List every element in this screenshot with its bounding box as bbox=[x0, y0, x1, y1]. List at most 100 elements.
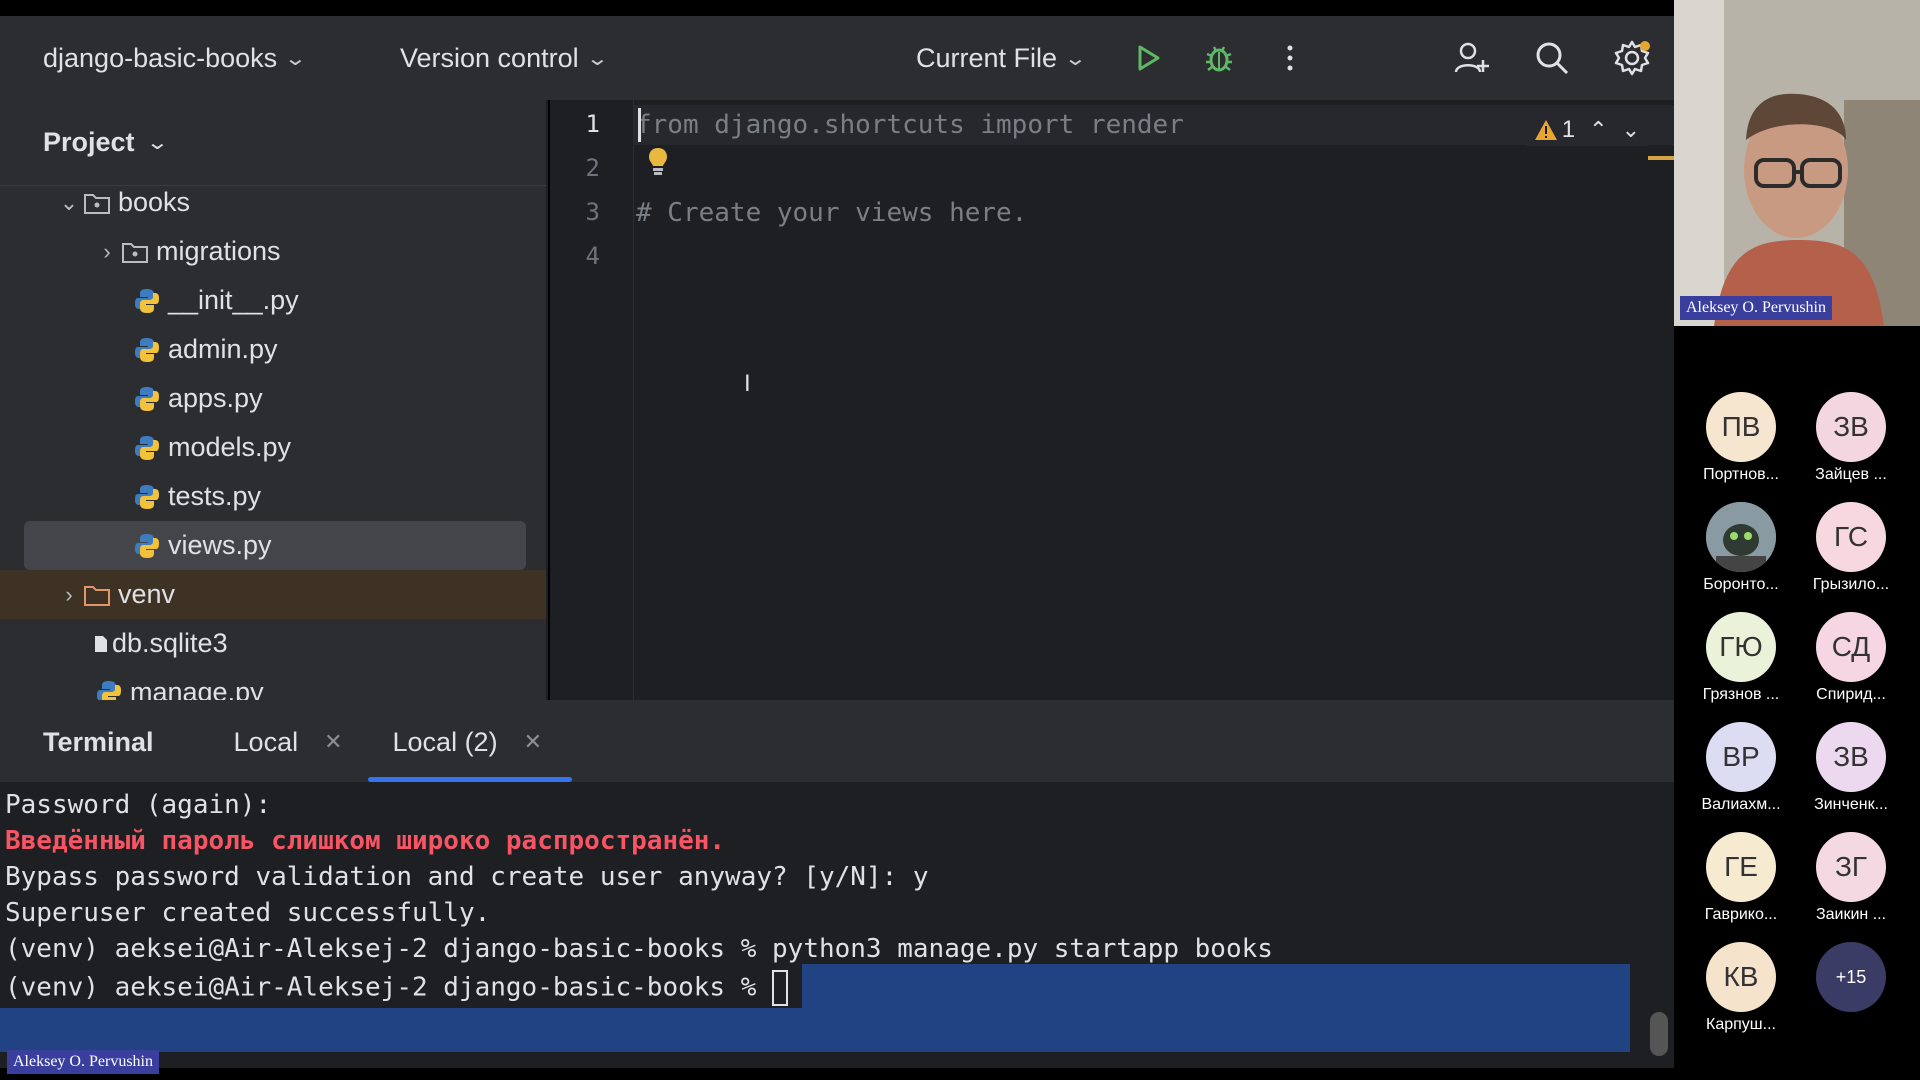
project-panel-header[interactable]: Project ⌄ bbox=[0, 100, 546, 186]
terminal-prompt: (venv) aeksei@Air-Aleksej-2 django-basic… bbox=[5, 934, 773, 964]
terminal-line: Superuser created successfully. bbox=[5, 898, 491, 928]
settings-gear-icon[interactable] bbox=[1610, 36, 1654, 80]
avatar: ЗГ bbox=[1816, 832, 1886, 902]
terminal-line: (venv) aeksei@Air-Aleksej-2 django-basic… bbox=[5, 934, 1273, 964]
warnings-count: 1 bbox=[1561, 116, 1576, 143]
avatar: ЗВ bbox=[1816, 722, 1886, 792]
participant[interactable]: ГЮ Грязнов ... bbox=[1686, 612, 1796, 704]
run-icon[interactable] bbox=[1126, 36, 1170, 80]
participant[interactable]: КВ Карпуш... bbox=[1686, 942, 1796, 1034]
python-file-icon bbox=[132, 384, 162, 414]
tab-local-2[interactable]: Local (2) ✕ bbox=[367, 702, 573, 782]
avatar: ПВ bbox=[1706, 392, 1776, 462]
tree-item-label: manage.py bbox=[130, 677, 264, 700]
chevron-down-icon[interactable]: ⌄ bbox=[1622, 117, 1640, 143]
editor-gutter: 1 2 3 4 bbox=[550, 100, 634, 700]
text-cursor-icon: I bbox=[744, 370, 751, 397]
participant[interactable]: ЗВ Зайцев ... bbox=[1796, 392, 1906, 484]
speaker-video[interactable]: Aleksey O. Pervushin bbox=[1674, 0, 1920, 326]
terminal-tab-bar: Terminal Local ✕ Local (2) ✕ bbox=[0, 702, 1674, 782]
code-line: from django.shortcuts import render bbox=[636, 110, 1184, 140]
participant[interactable]: ВР Валиахм... bbox=[1686, 722, 1796, 814]
chevron-right-icon[interactable]: › bbox=[94, 239, 120, 265]
chevron-up-icon[interactable]: ⌃ bbox=[1589, 117, 1607, 143]
close-icon[interactable]: ✕ bbox=[524, 729, 542, 755]
project-panel: Project ⌄ ⌄ books › migrations __init__.… bbox=[0, 100, 548, 700]
terminal-line: Bypass password validation and create us… bbox=[5, 862, 929, 892]
line-number: 3 bbox=[585, 198, 600, 226]
participant[interactable]: ЗГ Заикин ... bbox=[1796, 832, 1906, 924]
participant-name: Гаврико... bbox=[1704, 906, 1778, 923]
participant[interactable]: СД Спирид... bbox=[1796, 612, 1906, 704]
more-participants-button[interactable]: +15 bbox=[1796, 942, 1906, 1012]
terminal-line: (venv) aeksei@Air-Aleksej-2 django-basic… bbox=[5, 970, 789, 1006]
package-folder-icon bbox=[82, 188, 112, 218]
tab-local[interactable]: Local ✕ bbox=[234, 702, 343, 782]
speaker-name-tag: Aleksey O. Pervushin bbox=[1680, 296, 1832, 320]
terminal-scrollbar[interactable] bbox=[1650, 1012, 1668, 1056]
participant[interactable]: ГС Грызило... bbox=[1796, 502, 1906, 594]
tree-item-migrations[interactable]: › migrations bbox=[0, 227, 546, 276]
warning-stripe-marker[interactable] bbox=[1648, 156, 1674, 160]
avatar: ГЕ bbox=[1706, 832, 1776, 902]
participant-name: Заикин ... bbox=[1815, 906, 1887, 923]
participant-name: Грызило... bbox=[1812, 576, 1890, 593]
screen-share-name-tag: Aleksey O. Pervushin bbox=[7, 1050, 159, 1074]
run-config-selector[interactable]: Current File ⌄ bbox=[916, 43, 1087, 74]
participant-name: Портнов... bbox=[1703, 466, 1779, 483]
participant[interactable]: ЗВ Зинченк... bbox=[1796, 722, 1906, 814]
participant-name: Спирид... bbox=[1816, 686, 1886, 703]
line-number: 4 bbox=[585, 242, 600, 270]
search-icon[interactable] bbox=[1530, 36, 1574, 80]
terminal-output[interactable]: Password (again): Введённый пароль слишк… bbox=[0, 782, 1674, 1068]
tree-item-tests-py[interactable]: tests.py bbox=[0, 472, 546, 521]
more-options-icon[interactable] bbox=[1268, 36, 1312, 80]
file-icon bbox=[92, 629, 110, 659]
tree-item-apps-py[interactable]: apps.py bbox=[0, 374, 546, 423]
tree-item-label: views.py bbox=[168, 530, 272, 560]
project-selector[interactable]: django-basic-books ⌄ bbox=[43, 42, 307, 74]
debug-icon[interactable] bbox=[1197, 36, 1241, 80]
participant-name: Карпуш... bbox=[1706, 1016, 1776, 1033]
tree-item-books[interactable]: ⌄ books bbox=[0, 178, 546, 227]
terminal-cursor bbox=[772, 970, 789, 1006]
version-control-menu[interactable]: Version control ⌄ bbox=[400, 43, 609, 74]
project-panel-title: Project bbox=[43, 127, 135, 157]
tree-item-manage-py[interactable]: manage.py bbox=[0, 668, 546, 700]
tree-item-models-py[interactable]: models.py bbox=[0, 423, 546, 472]
tree-item-init-py[interactable]: __init__.py bbox=[0, 276, 546, 325]
code-editor[interactable]: 1 2 3 4 from django.shortcuts import ren… bbox=[550, 100, 1674, 700]
python-file-icon bbox=[132, 335, 162, 365]
terminal-prompt: (venv) aeksei@Air-Aleksej-2 django-basic… bbox=[5, 972, 773, 1003]
participant-name: Валиахм... bbox=[1701, 796, 1781, 813]
more-participants-count: +15 bbox=[1816, 942, 1886, 1012]
project-name: django-basic-books bbox=[43, 42, 278, 73]
chevron-down-icon[interactable]: ⌄ bbox=[56, 190, 82, 216]
participant-name: Грязнов ... bbox=[1702, 686, 1780, 703]
participant[interactable]: Боронто... bbox=[1686, 502, 1796, 594]
add-user-icon[interactable] bbox=[1450, 36, 1494, 80]
participant[interactable]: ГЕ Гаврико... bbox=[1686, 832, 1796, 924]
terminal-command: python3 manage.py startapp books bbox=[772, 934, 1273, 964]
chevron-down-icon: ⌄ bbox=[585, 47, 609, 70]
tree-item-label: db.sqlite3 bbox=[112, 628, 228, 658]
avatar: КВ bbox=[1706, 942, 1776, 1012]
warning-icon bbox=[1534, 120, 1557, 140]
lightbulb-icon[interactable] bbox=[646, 146, 670, 183]
tab-label: Local (2) bbox=[392, 726, 498, 757]
tree-item-db-sqlite3[interactable]: db.sqlite3 bbox=[0, 619, 546, 668]
tree-item-venv[interactable]: › venv bbox=[0, 570, 546, 619]
tree-item-admin-py[interactable]: admin.py bbox=[0, 325, 546, 374]
tree-item-views-py[interactable]: views.py bbox=[0, 521, 546, 570]
chevron-down-icon: ⌄ bbox=[145, 132, 169, 154]
chevron-right-icon[interactable]: › bbox=[56, 582, 82, 608]
close-icon[interactable]: ✕ bbox=[324, 729, 342, 755]
avatar: СД bbox=[1816, 612, 1886, 682]
selection-highlight bbox=[0, 1008, 1630, 1052]
python-file-icon bbox=[94, 678, 124, 700]
inspection-widget[interactable]: 1 ⌃ ⌄ bbox=[1525, 114, 1648, 146]
participant[interactable]: ПВ Портнов... bbox=[1686, 392, 1796, 484]
tree-item-label: books bbox=[118, 187, 191, 217]
avatar: ВР bbox=[1706, 722, 1776, 792]
ide-toolbar: django-basic-books ⌄ Version control ⌄ C… bbox=[0, 16, 1674, 100]
